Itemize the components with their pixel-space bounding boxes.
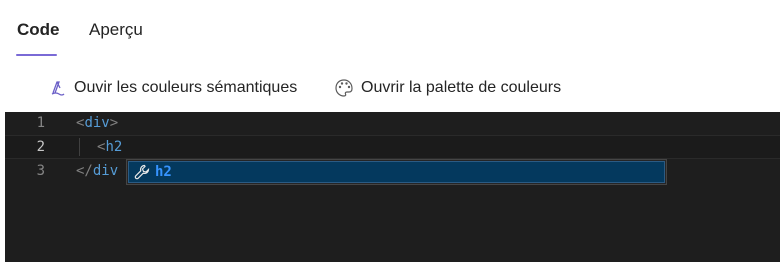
autocomplete-popup[interactable]: h2: [126, 159, 667, 185]
open-semantic-colors-label: Ouvir les couleurs sémantiques: [74, 79, 298, 96]
toolbar: Ouvir les couleurs sémantiques Ouvrir la…: [0, 70, 780, 104]
indent-guide: [79, 138, 80, 156]
palette-icon: [333, 77, 355, 99]
tab-bar: Code Aperçu: [0, 0, 780, 58]
autocomplete-item[interactable]: h2: [128, 161, 665, 183]
line-number: 1: [36, 115, 45, 131]
line-number: 2: [36, 139, 45, 155]
code-text: </div: [76, 163, 119, 179]
code-text: <div>: [76, 115, 119, 131]
code-text: <h2: [97, 139, 123, 155]
tab-code[interactable]: Code: [17, 20, 60, 40]
paint-wand-icon: [46, 77, 68, 99]
wrench-icon: [133, 163, 151, 181]
open-palette-label: Ouvrir la palette de couleurs: [361, 79, 562, 96]
code-line: 1 <div>: [5, 112, 780, 136]
active-tab-indicator: [16, 54, 57, 56]
code-editor[interactable]: 1 <div> 2 <h2 3 </div h2: [5, 112, 780, 262]
open-palette-button[interactable]: Ouvrir la palette de couleurs: [333, 75, 561, 101]
code-line-current: 2 <h2: [5, 135, 780, 159]
tab-apercu[interactable]: Aperçu: [89, 20, 143, 40]
line-number: 3: [36, 163, 45, 179]
open-semantic-colors-button[interactable]: Ouvir les couleurs sémantiques: [46, 75, 297, 101]
autocomplete-label: h2: [155, 164, 172, 180]
